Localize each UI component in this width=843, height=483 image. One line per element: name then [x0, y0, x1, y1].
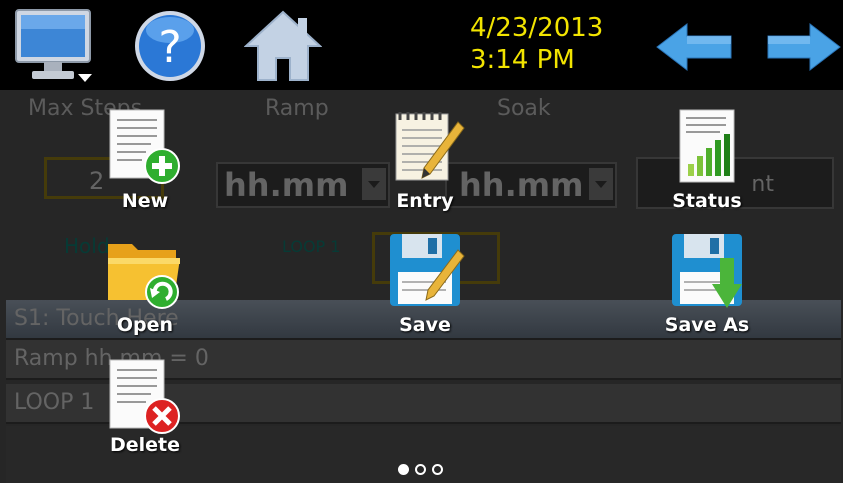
help-icon[interactable]: ? [132, 8, 208, 84]
clock: 4/23/2013 3:14 PM [470, 12, 603, 76]
entry-button[interactable]: Entry [370, 108, 480, 212]
top-bar: ? 4/23/2013 3:14 PM [0, 0, 843, 90]
floppy-pencil-icon [390, 234, 465, 306]
delete-button[interactable]: Delete [90, 358, 200, 458]
open-folder-icon [108, 244, 180, 309]
status-button[interactable]: Status [652, 108, 762, 212]
status-label: Status [672, 190, 742, 212]
save-as-label: Save As [664, 314, 750, 336]
save-button[interactable]: Save [370, 232, 480, 336]
bar-chart-document-icon [679, 109, 735, 183]
svg-text:?: ? [158, 22, 181, 73]
page-dot[interactable] [415, 464, 426, 475]
delete-document-icon [109, 359, 180, 434]
page-dot-active[interactable] [398, 464, 409, 475]
open-button[interactable]: Open [90, 232, 200, 336]
page-dot[interactable] [432, 464, 443, 475]
page-indicator [395, 460, 446, 479]
delete-label: Delete [109, 434, 181, 456]
clock-time: 3:14 PM [470, 45, 575, 75]
floppy-download-icon [672, 234, 742, 308]
entry-label: Entry [396, 190, 454, 212]
home-icon[interactable] [243, 10, 323, 82]
clock-date: 4/23/2013 [470, 13, 604, 43]
notepad-pencil-icon [395, 112, 465, 181]
new-button[interactable]: New [90, 108, 200, 212]
new-document-icon [109, 109, 180, 184]
open-label: Open [116, 314, 174, 336]
back-arrow-icon[interactable] [655, 22, 735, 72]
new-label: New [121, 190, 169, 212]
monitor-icon[interactable] [14, 8, 96, 84]
forward-arrow-icon[interactable] [766, 22, 842, 72]
save-as-button[interactable]: Save As [652, 232, 762, 336]
save-label: Save [399, 314, 451, 336]
